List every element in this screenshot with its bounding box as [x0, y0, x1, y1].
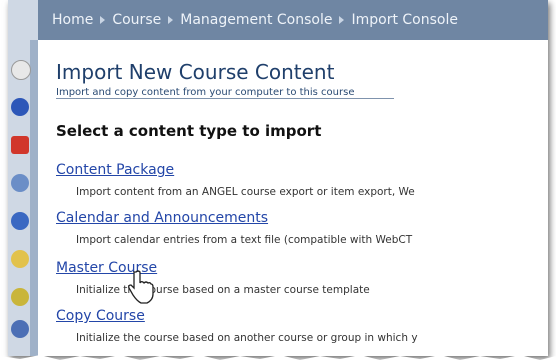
left-toolbar-strip [30, 40, 38, 356]
breadcrumb-import-console[interactable]: Import Console [351, 12, 458, 28]
tool-icon[interactable] [11, 212, 29, 230]
hand-pointer-icon [128, 270, 154, 304]
calendar-announcements-description: Import calendar entries from a text file… [76, 234, 413, 246]
page-title: Import New Course Content [56, 60, 335, 84]
tool-icon[interactable] [11, 136, 29, 154]
breadcrumb-course[interactable]: Course [112, 12, 161, 28]
window: Home Course Management Console Import Co… [8, 0, 548, 356]
tool-icon[interactable] [11, 288, 29, 306]
tool-icon[interactable] [11, 174, 29, 192]
content-package-description: Import content from an ANGEL course expo… [76, 186, 415, 198]
tool-icon[interactable] [11, 98, 29, 116]
content-package-link[interactable]: Content Package [56, 162, 174, 178]
main-content: Import New Course Content Import and cop… [48, 40, 548, 356]
tool-icon[interactable] [11, 320, 29, 338]
master-course-description: Initialize the course based on a master … [76, 284, 370, 296]
breadcrumb-separator-icon [168, 16, 174, 24]
copy-course-description: Initialize the course based on another c… [76, 332, 418, 344]
breadcrumb: Home Course Management Console Import Co… [38, 0, 548, 40]
left-toolbar [8, 0, 38, 356]
breadcrumb-separator-icon [339, 16, 345, 24]
breadcrumb-management-console[interactable]: Management Console [180, 12, 332, 28]
breadcrumb-home[interactable]: Home [52, 12, 93, 28]
section-heading: Select a content type to import [56, 122, 322, 140]
tool-icon[interactable] [11, 250, 29, 268]
breadcrumb-separator-icon [100, 16, 106, 24]
torn-edge [0, 355, 556, 364]
calendar-announcements-link[interactable]: Calendar and Announcements [56, 210, 268, 226]
copy-course-link[interactable]: Copy Course [56, 308, 145, 324]
page-subtitle: Import and copy content from your comput… [56, 87, 395, 99]
tool-icon[interactable] [11, 60, 31, 80]
